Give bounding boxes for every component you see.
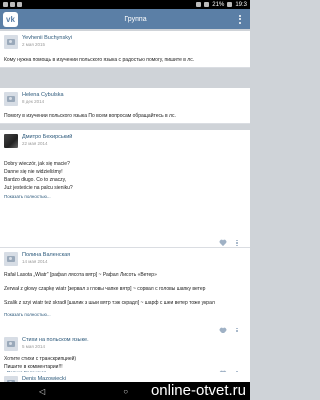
android-notification-icon: [17, 2, 22, 7]
post-author[interactable]: Yevhenii Buchynskyi: [22, 35, 72, 41]
wifi-icon: [196, 2, 202, 7]
post-text: Rafał Lasota „Wiatr" [рафал лясота вятр]…: [4, 271, 244, 307]
post-line: Zerwał z głowy czapkę wiatr [зервал з гл…: [4, 286, 206, 292]
wall-post: Denis Mazowiecki: [0, 372, 250, 382]
watermark: online-otvet.ru: [150, 382, 246, 399]
post-author[interactable]: Helena Cybulska: [22, 92, 64, 98]
post-menu-icon[interactable]: [236, 240, 244, 246]
post-line: Szalik z szyi wiatr też skradł [шалик з …: [4, 300, 215, 306]
avatar[interactable]: [4, 337, 18, 351]
post-line: Dobry wieczór, jak się macie?: [4, 161, 70, 167]
wall-post: Helena Cybulska 8 дек 2014 Помогу в изуч…: [0, 88, 250, 124]
vk-logo-icon[interactable]: vk: [3, 11, 18, 27]
wall-post: Yevhenii Buchynskyi 2 мая 2015 Кому нужн…: [0, 31, 250, 68]
avatar[interactable]: [4, 134, 18, 148]
avatar[interactable]: [4, 252, 18, 266]
app-bar: vk Группа: [0, 9, 250, 29]
clock: 19:3: [235, 1, 247, 8]
post-actions: [219, 240, 244, 246]
overflow-menu-icon[interactable]: [233, 9, 247, 29]
post-text: Помогу в изучении польского языка По все…: [4, 113, 176, 119]
post-text: Dobry wieczór, jak się macie? Danne się …: [4, 160, 244, 192]
post-date: 8 дек 2014: [22, 99, 45, 104]
post-date: 22 мая 2014: [22, 141, 48, 146]
avatar[interactable]: [4, 35, 18, 49]
show-more-link[interactable]: Показать полностью...: [4, 194, 51, 199]
post-date: 2 мая 2015: [22, 42, 46, 47]
post-line: Хотите стихи с транскрипцией): [4, 356, 77, 362]
battery-icon: [227, 2, 233, 7]
vk-notification-icon: [3, 2, 8, 7]
post-author[interactable]: Полина Валенская: [22, 252, 70, 258]
avatar[interactable]: [4, 92, 18, 106]
post-author[interactable]: Стихи на польском языке.: [22, 337, 89, 343]
post-date: 5 мая 2014: [22, 344, 46, 349]
page-title: Группа: [124, 15, 147, 23]
back-icon[interactable]: ◁: [39, 387, 45, 396]
wall-post: Дмитро Бехирський 22 мая 2014 Dobry wiec…: [0, 130, 250, 248]
post-text: Кому нужна помощь в изучении польского я…: [4, 57, 195, 63]
home-icon[interactable]: ○: [123, 387, 128, 396]
like-icon[interactable]: [219, 240, 226, 246]
post-line: Bardzo długo. Co to znaczy,: [4, 177, 67, 183]
post-date: 14 мая 2014: [22, 259, 48, 264]
battery-percent: 21%: [212, 1, 225, 8]
wall-feed[interactable]: Yevhenii Buchynskyi 2 мая 2015 Кому нужн…: [0, 29, 250, 382]
signal-icon: [204, 2, 210, 7]
post-line: Rafał Lasota „Wiatr" [рафал лясота вятр]…: [4, 272, 157, 278]
post-text: Хотите стихи с транскрипцией) Пишите в к…: [4, 355, 244, 371]
post-line: Danne się nie widzieliśmy!: [4, 169, 63, 175]
status-bar: 21% 19:3: [0, 0, 250, 9]
post-author[interactable]: Дмитро Бехирський: [22, 134, 72, 140]
show-more-link[interactable]: Показать полностью...: [4, 312, 51, 317]
wall-post: Полина Валенская 14 мая 2014 Rafał Lasot…: [0, 248, 250, 340]
post-line: Już jesteście na palcu sieniku?: [4, 185, 73, 191]
mail-notification-icon: [10, 2, 15, 7]
